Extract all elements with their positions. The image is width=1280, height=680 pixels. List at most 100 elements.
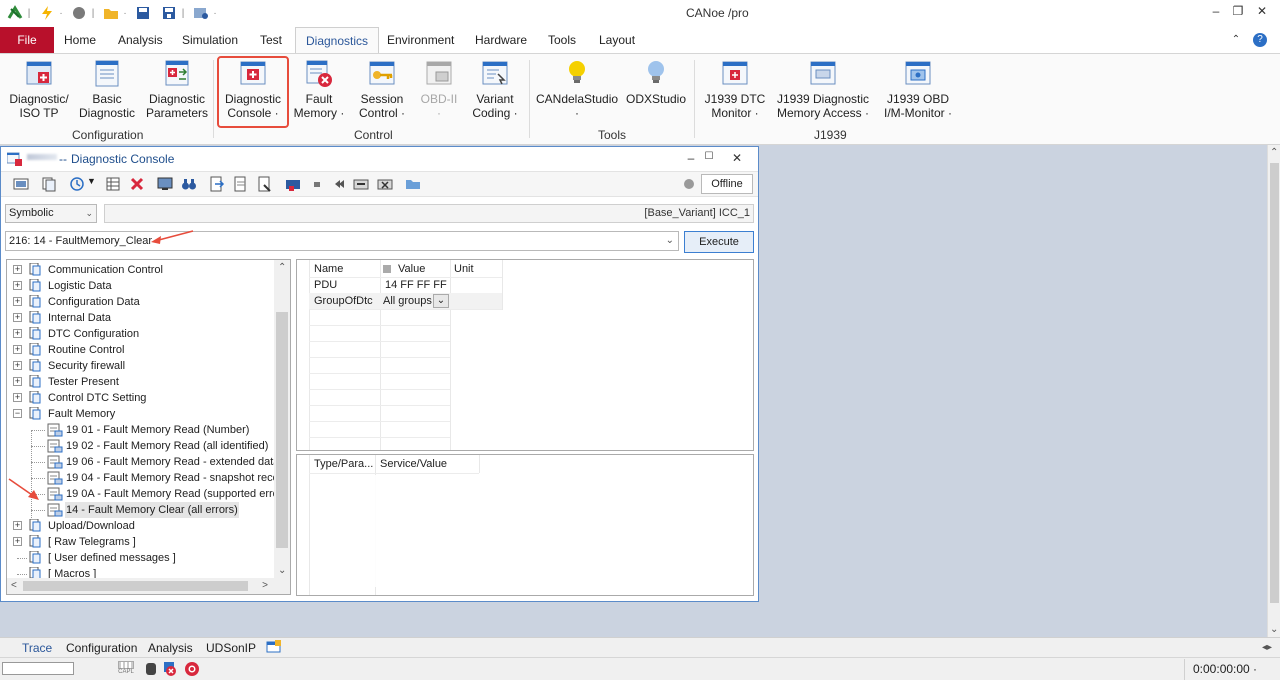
console-display-icon[interactable]	[13, 176, 29, 192]
collapse-minus-icon[interactable]: −	[13, 409, 22, 418]
tab-trace[interactable]: Trace	[22, 640, 52, 656]
tree-node[interactable]: + Control DTC Setting	[7, 390, 275, 406]
collapse-ribbon-icon[interactable]: ⌃	[1226, 34, 1246, 45]
tab-analysis[interactable]: Analysis	[108, 27, 173, 53]
import-icon[interactable]	[209, 176, 225, 192]
param-value-pdu[interactable]: 14 FF FF FF	[385, 277, 447, 293]
session-control-button[interactable]: Session Control ·	[352, 58, 412, 120]
close-button[interactable]: ✕	[1252, 4, 1272, 18]
folder-icon[interactable]	[405, 176, 421, 192]
tree-node[interactable]: 19 02 - Fault Memory Read (all identifie…	[7, 438, 275, 454]
small-square-icon[interactable]	[309, 176, 325, 192]
expand-plus-icon[interactable]: +	[13, 313, 22, 322]
tree-horizontal-scrollbar[interactable]: < >	[7, 578, 290, 594]
col-header-value[interactable]: Value	[398, 261, 425, 277]
tab-configuration[interactable]: Configuration	[66, 640, 137, 656]
tab-home[interactable]: Home	[54, 27, 106, 53]
rewind-icon[interactable]	[331, 176, 347, 192]
variant-coding-button[interactable]: Variant Coding ·	[466, 58, 524, 120]
console-close-button[interactable]: ✕	[727, 151, 747, 165]
tree-node[interactable]: + Internal Data	[7, 310, 275, 326]
tree-node[interactable]: + DTC Configuration	[7, 326, 275, 342]
new-desktop-icon[interactable]	[266, 640, 282, 658]
expand-plus-icon[interactable]: +	[13, 377, 22, 386]
tab-test[interactable]: Test	[250, 27, 292, 53]
stop-icon[interactable]	[70, 4, 88, 22]
expand-plus-icon[interactable]: +	[13, 361, 22, 370]
diagnostic-parameters-button[interactable]: Diagnostic Parameters	[144, 58, 210, 120]
tab-udsonip[interactable]: UDSonIP	[206, 640, 256, 656]
export-icon[interactable]	[233, 176, 249, 192]
copy-icon[interactable]	[41, 176, 57, 192]
console-maximize-button[interactable]: ☐	[699, 151, 719, 162]
tree-node[interactable]: 19 06 - Fault Memory Read - extended dat…	[7, 454, 279, 470]
tab-simulation[interactable]: Simulation	[172, 27, 248, 53]
console-minimize-button[interactable]: –	[681, 151, 701, 165]
history-dropdown-icon[interactable]: ▼	[87, 176, 103, 192]
expand-plus-icon[interactable]: +	[13, 329, 22, 338]
delete-icon[interactable]	[129, 176, 145, 192]
col-header-unit[interactable]: Unit	[454, 261, 474, 277]
diagnostic-iso-tp-button[interactable]: Diagnostic/ ISO TP	[6, 58, 72, 120]
service-select[interactable]: 216: 14 - FaultMemory_Clear ⌄	[5, 231, 679, 251]
mode-select[interactable]: Symbolic ⌄	[5, 204, 97, 223]
expand-plus-icon[interactable]: +	[13, 345, 22, 354]
tree-node[interactable]: 14 - Fault Memory Clear (all errors)	[7, 502, 275, 518]
workspace-scrollbar[interactable]: ⌃ ⌄	[1267, 145, 1280, 637]
tree-node[interactable]: + [ Raw Telegrams ]	[7, 534, 275, 550]
measurement-time[interactable]: 0:00:00:00 ·	[1184, 659, 1280, 680]
tree-node[interactable]: 19 04 - Fault Memory Read - snapshot rec…	[7, 470, 282, 486]
tab-environment[interactable]: Environment	[377, 27, 464, 53]
tree-node[interactable]: 19 01 - Fault Memory Read (Number)	[7, 422, 275, 438]
tree-node[interactable]: + Security firewall	[7, 358, 275, 374]
tree-node[interactable]: + Configuration Data	[7, 294, 275, 310]
groupofdtc-dropdown-icon[interactable]: ⌄	[433, 294, 449, 308]
open-folder-icon[interactable]	[102, 4, 120, 22]
lightning-start-icon[interactable]	[38, 4, 56, 22]
tab-layout[interactable]: Layout	[589, 27, 645, 53]
offline-button[interactable]: Offline	[701, 174, 753, 194]
tab-diagnostics[interactable]: Diagnostics	[295, 27, 380, 53]
execute-button[interactable]: Execute	[684, 231, 754, 253]
param-value-groupofdtc[interactable]: All groups	[383, 293, 432, 309]
tab-hardware[interactable]: Hardware	[465, 27, 537, 53]
expand-plus-icon[interactable]: +	[13, 265, 22, 274]
tree-node[interactable]: + Logistic Data	[7, 278, 275, 294]
expand-plus-icon[interactable]: +	[13, 537, 22, 546]
minimize-button[interactable]: –	[1206, 4, 1226, 18]
candelastudio-button[interactable]: CANdelaStudio ·	[536, 58, 618, 120]
ecu-connect-icon[interactable]	[285, 176, 301, 192]
save-as-icon[interactable]	[160, 4, 178, 22]
close-connection-icon[interactable]	[377, 176, 393, 192]
obd2-button[interactable]: OBD-II ·	[416, 58, 462, 120]
col-header-type-param[interactable]: Type/Para...	[314, 456, 373, 472]
history-icon[interactable]	[69, 176, 85, 192]
tabs-scroll-icon[interactable]: ◂▸	[1262, 642, 1272, 653]
tree-node[interactable]: − Fault Memory	[7, 406, 275, 422]
j1939-obd-monitor-button[interactable]: J1939 OBD I/M-Monitor ·	[878, 58, 958, 120]
col-header-service-value[interactable]: Service/Value	[380, 456, 447, 472]
grid-icon[interactable]	[105, 176, 121, 192]
help-icon[interactable]: ?	[1253, 33, 1267, 47]
qat-more-icon[interactable]: ·	[212, 4, 218, 22]
tree-vertical-scrollbar[interactable]: ⌃ ⌄	[274, 260, 290, 578]
restore-button[interactable]: ❐	[1228, 4, 1248, 18]
tree-node[interactable]: + Routine Control	[7, 342, 275, 358]
expand-plus-icon[interactable]: +	[13, 521, 22, 530]
tree-node[interactable]: + Tester Present	[7, 374, 275, 390]
j1939-dtc-monitor-button[interactable]: J1939 DTC Monitor ·	[700, 58, 770, 120]
expand-plus-icon[interactable]: +	[13, 297, 22, 306]
config-icon[interactable]	[192, 4, 210, 22]
record-icon[interactable]	[353, 176, 369, 192]
tree-node[interactable]: [ User defined messages ]	[7, 550, 275, 566]
j1939-memory-access-button[interactable]: J1939 Diagnostic Memory Access ·	[774, 58, 872, 120]
save-icon[interactable]	[134, 4, 152, 22]
col-header-name[interactable]: Name	[314, 261, 343, 277]
diagnostic-console-button[interactable]: Diagnostic Console ·	[220, 58, 286, 120]
expand-plus-icon[interactable]: +	[13, 393, 22, 402]
tab-analysis-desktop[interactable]: Analysis	[148, 640, 193, 656]
tree-node[interactable]: + Communication Control	[7, 262, 275, 278]
tab-file[interactable]: File	[0, 27, 54, 53]
binoculars-icon[interactable]	[181, 176, 197, 192]
tree-node[interactable]: 19 0A - Fault Memory Read (supported err…	[7, 486, 282, 502]
